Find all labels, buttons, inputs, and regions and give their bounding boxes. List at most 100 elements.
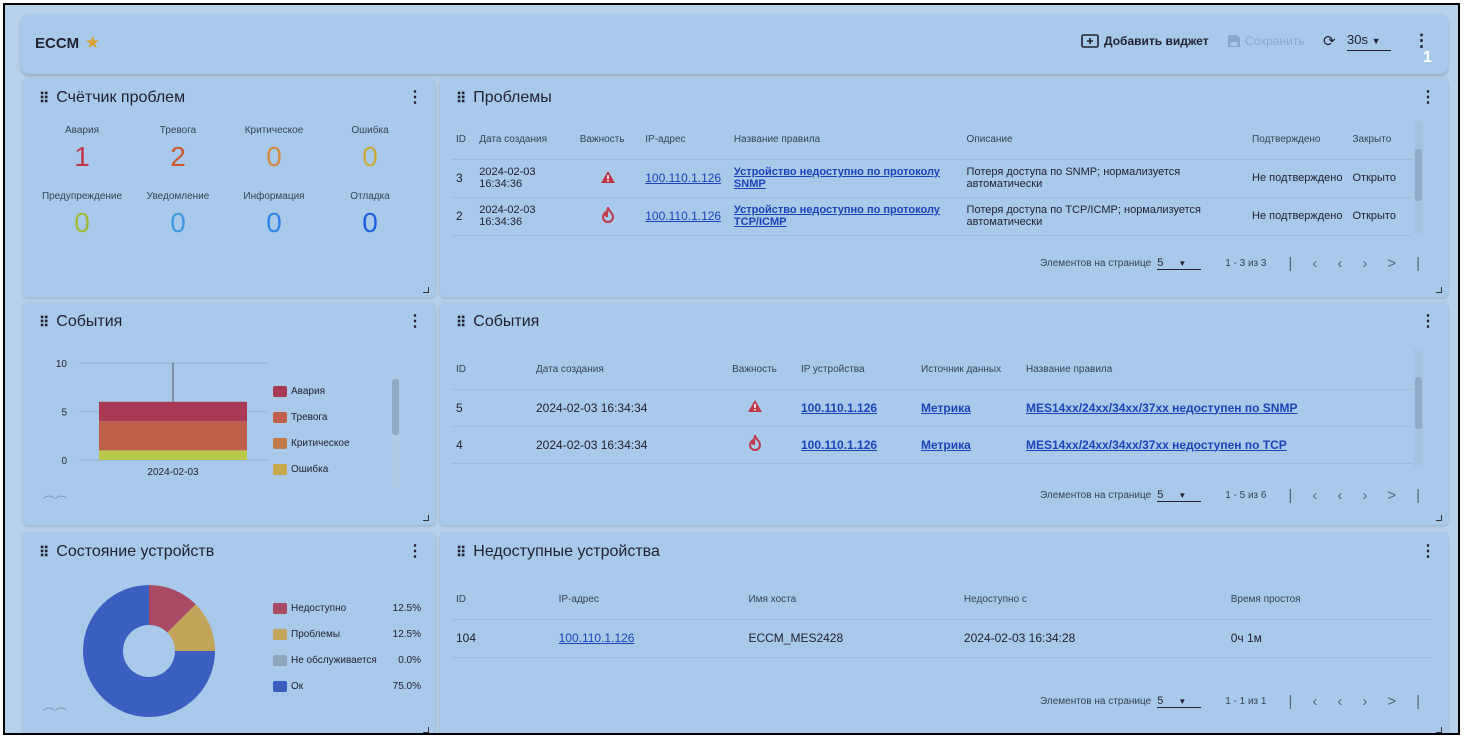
column-header[interactable]: IP-адрес bbox=[641, 121, 730, 159]
legend-item[interactable]: Авария bbox=[273, 386, 325, 397]
column-header[interactable]: Подтверждено bbox=[1248, 121, 1348, 159]
counter-0[interactable]: Авария 1 bbox=[37, 125, 127, 173]
page-size-select[interactable]: 5 ▼ bbox=[1157, 695, 1202, 708]
chart-type-icon[interactable]: ⌒⌒ bbox=[43, 493, 67, 510]
widget-title: События bbox=[473, 313, 540, 330]
cell-ip-link[interactable]: 100.110.1.126 bbox=[797, 425, 917, 463]
resize-handle-icon[interactable] bbox=[423, 287, 429, 293]
counter-1[interactable]: Тревога 2 bbox=[133, 125, 223, 173]
column-header[interactable]: ID bbox=[452, 581, 555, 619]
dashboard-menu-icon[interactable]: ⋮ bbox=[1413, 31, 1430, 51]
table-row[interactable]: 104 100.110.1.126 ECCM_MES2428 2024-02-03 1… bbox=[452, 618, 1432, 657]
column-header[interactable]: Недоступно с bbox=[960, 581, 1227, 619]
legend-scrollbar[interactable] bbox=[391, 375, 400, 487]
legend-item[interactable]: Тревога bbox=[273, 412, 327, 423]
column-header[interactable]: Важность bbox=[576, 121, 642, 159]
legend-item[interactable]: Проблемы 12.5% bbox=[273, 629, 421, 640]
legend-item[interactable]: Не обслуживается 0.0% bbox=[273, 655, 421, 666]
cell-source-link[interactable]: Метрика bbox=[917, 425, 1022, 463]
bar-segment-3[interactable] bbox=[99, 401, 247, 422]
table-row[interactable]: 4 2024-02-03 16:34:34 100.110.1.126 Метрика… bbox=[452, 425, 1412, 463]
table-row[interactable]: 5 2024-02-03 16:34:34 100.110.1.126 Метрика… bbox=[452, 388, 1412, 426]
counter-5[interactable]: Уведомление 0 bbox=[133, 191, 223, 239]
widget-menu-icon[interactable]: ⋮ bbox=[1420, 541, 1436, 561]
resize-handle-icon[interactable] bbox=[423, 727, 429, 733]
cell-rule-link[interactable]: MES14xx/24xx/34xx/37xx недоступен по TCP bbox=[1022, 425, 1412, 463]
page-range: 1 - 3 из 3 bbox=[1225, 258, 1267, 269]
page-size-select[interactable]: 5 ▼ bbox=[1157, 489, 1202, 502]
column-header[interactable]: Дата создания bbox=[475, 121, 575, 159]
widget-menu-icon[interactable]: ⋮ bbox=[407, 311, 423, 331]
cell-rule-link[interactable]: Устройство недоступно по протоколу SNMP bbox=[729, 158, 963, 197]
favorite-star-icon[interactable]: ★ bbox=[85, 33, 100, 53]
chart-type-icon[interactable]: ⌒⌒ bbox=[43, 705, 67, 722]
bar-segment-2[interactable] bbox=[99, 421, 247, 451]
cell-since: 2024-02-03 16:34:28 bbox=[959, 618, 1227, 657]
counter-4[interactable]: Предупреждение 0 bbox=[37, 191, 127, 239]
table-row[interactable]: 3 2024-02-03 16:34:36 100.110.1.126 Устройс… bbox=[452, 158, 1412, 197]
pager-nav-icons[interactable]: |‹‹›>| bbox=[1289, 255, 1441, 272]
widget-menu-icon[interactable]: ⋮ bbox=[407, 541, 423, 561]
add-widget-button[interactable]: Добавить виджет bbox=[1081, 34, 1209, 48]
cell-source-link[interactable]: Метрика bbox=[917, 388, 1022, 426]
scrollbar[interactable] bbox=[1414, 349, 1423, 467]
legend-item[interactable]: Недоступно 12.5% bbox=[273, 603, 421, 614]
save-button[interactable]: Сохранить bbox=[1227, 34, 1305, 48]
column-header[interactable]: Название правила bbox=[1022, 351, 1412, 389]
widget-menu-icon[interactable]: ⋮ bbox=[407, 87, 423, 107]
counter-7[interactable]: Отладка 0 bbox=[325, 191, 415, 239]
legend-item[interactable]: Ок 75.0% bbox=[273, 681, 421, 692]
column-header[interactable]: IP устройства bbox=[797, 351, 917, 389]
column-header[interactable]: Закрыто bbox=[1349, 121, 1413, 159]
drag-handle-icon[interactable]: ⠿ bbox=[456, 90, 466, 107]
legend-item[interactable]: Ошибка bbox=[273, 464, 328, 475]
cell-confirmed: Не подтверждено bbox=[1248, 158, 1349, 197]
legend-label: Недоступно bbox=[291, 603, 347, 614]
scrollbar[interactable] bbox=[1414, 121, 1423, 233]
events-pager: Элементов на странице 5 ▼ 1 - 5 из 6 |‹‹… bbox=[1040, 487, 1440, 504]
drag-handle-icon[interactable]: ⠿ bbox=[456, 544, 466, 561]
drag-handle-icon[interactable]: ⠿ bbox=[39, 90, 49, 107]
cell-ip-link[interactable]: 100.110.1.126 bbox=[797, 388, 917, 426]
widget-menu-icon[interactable]: ⋮ bbox=[1420, 87, 1436, 107]
column-header[interactable]: Важность bbox=[712, 351, 797, 389]
cell-ip-link[interactable]: 100.110.1.126 bbox=[641, 158, 730, 197]
page-size-select[interactable]: 5 ▼ bbox=[1157, 257, 1202, 270]
drag-handle-icon[interactable]: ⠿ bbox=[39, 314, 49, 331]
cell-severity bbox=[712, 388, 797, 426]
legend-item[interactable]: Критическое bbox=[273, 438, 350, 449]
cell-rule-link[interactable]: MES14xx/24xx/34xx/37xx недоступен по SNM… bbox=[1022, 388, 1412, 426]
column-header[interactable]: ID bbox=[452, 121, 475, 159]
cell-confirmed: Не подтверждено bbox=[1248, 196, 1349, 235]
column-header[interactable]: IP-адрес bbox=[555, 581, 745, 619]
bar-segment-0[interactable] bbox=[99, 450, 247, 460]
drag-handle-icon[interactable]: ⠿ bbox=[456, 314, 466, 331]
counter-3[interactable]: Ошибка 0 bbox=[325, 125, 415, 173]
table-row[interactable]: 2 2024-02-03 16:34:36 100.110.1.126 Устройс… bbox=[452, 196, 1412, 235]
counter-2[interactable]: Критическое 0 bbox=[229, 125, 319, 173]
column-header[interactable]: ID bbox=[452, 351, 532, 389]
column-header[interactable]: Дата создания bbox=[532, 351, 712, 389]
column-header[interactable]: Имя хоста bbox=[744, 581, 959, 619]
pager-nav-icons[interactable]: |‹‹›>| bbox=[1289, 693, 1441, 710]
cell-id: 5 bbox=[452, 388, 532, 426]
column-header[interactable]: Источник данных bbox=[917, 351, 1022, 389]
column-header[interactable]: Название правила bbox=[730, 121, 963, 159]
counter-label: Авария bbox=[65, 125, 99, 136]
drag-handle-icon[interactable]: ⠿ bbox=[39, 544, 49, 561]
counter-value: 0 bbox=[266, 207, 282, 238]
resize-handle-icon[interactable] bbox=[1436, 515, 1442, 521]
resize-handle-icon[interactable] bbox=[1436, 287, 1442, 293]
cell-rule-link[interactable]: Устройство недоступно по протоколу TCP/I… bbox=[729, 196, 963, 235]
column-header[interactable]: Описание bbox=[963, 121, 1249, 159]
resize-handle-icon[interactable] bbox=[1436, 727, 1442, 733]
refresh-icon[interactable]: ⟳ bbox=[1323, 32, 1336, 50]
pager-nav-icons[interactable]: |‹‹›>| bbox=[1289, 487, 1441, 504]
counter-6[interactable]: Информация 0 bbox=[229, 191, 319, 239]
widget-menu-icon[interactable]: ⋮ bbox=[1420, 311, 1436, 331]
refresh-interval-select[interactable]: 30s ▼ bbox=[1347, 32, 1391, 51]
column-header[interactable]: Время простоя bbox=[1227, 581, 1432, 619]
cell-ip-link[interactable]: 100.110.1.126 bbox=[554, 618, 745, 657]
resize-handle-icon[interactable] bbox=[423, 515, 429, 521]
cell-ip-link[interactable]: 100.110.1.126 bbox=[641, 196, 730, 235]
